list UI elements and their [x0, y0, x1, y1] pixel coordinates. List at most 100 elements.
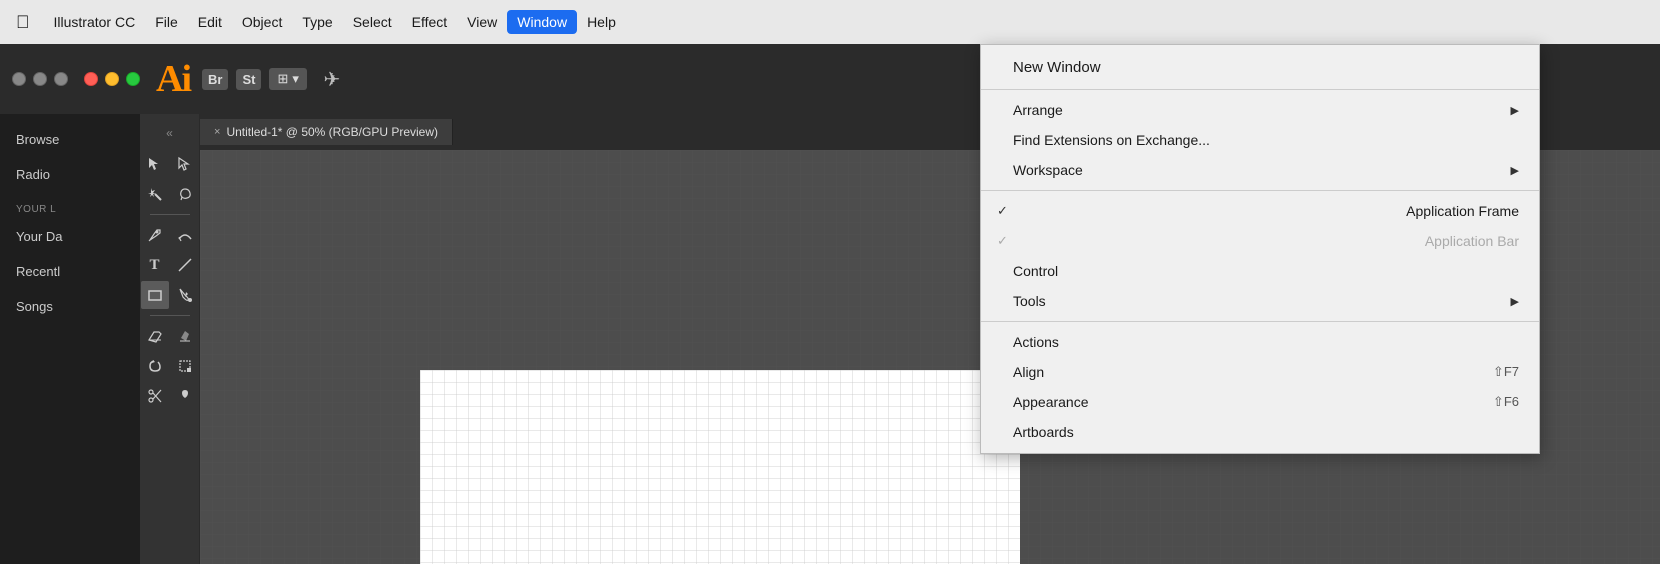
scissors-tool[interactable] — [141, 382, 169, 410]
arrange-arrow: ▶ — [1511, 104, 1519, 117]
tools-panel: « — [140, 114, 200, 564]
menu-new-window[interactable]: New Window — [981, 51, 1539, 84]
menu-application-frame[interactable]: ✓ Application Frame — [981, 196, 1539, 226]
menu-tools[interactable]: Tools ▶ — [981, 286, 1539, 316]
menu-window[interactable]: Window — [507, 10, 577, 34]
app-frame-check: ✓ — [997, 203, 1013, 219]
menu-view[interactable]: View — [457, 10, 507, 34]
magic-lasso-row — [141, 180, 199, 208]
actions-label: Actions — [1013, 334, 1059, 350]
menu-find-extensions[interactable]: Find Extensions on Exchange... — [981, 125, 1539, 155]
sidebar-item-browse[interactable]: Browse — [0, 122, 140, 157]
menu-bar:  Illustrator CC File Edit Object Type S… — [0, 0, 1660, 44]
misc-tools-row — [141, 382, 199, 410]
tools-sep-1 — [150, 214, 190, 215]
appearance-label: Appearance — [1013, 394, 1089, 410]
menu-type[interactable]: Type — [292, 10, 342, 34]
align-shortcut: ⇧F7 — [1493, 364, 1519, 380]
traffic-lights — [84, 72, 140, 86]
menu-workspace[interactable]: Workspace ▶ — [981, 155, 1539, 185]
shape-tools-row — [141, 281, 199, 309]
send-icon-button[interactable]: ✈ — [315, 62, 349, 96]
workspace-switcher[interactable]: ⊞ ▾ — [269, 68, 306, 90]
menu-control[interactable]: Control — [981, 256, 1539, 286]
traffic-lights-inactive — [12, 72, 68, 86]
paint-bucket-tool[interactable] — [171, 281, 199, 309]
menu-file[interactable]: File — [145, 10, 188, 34]
menu-sep-2 — [981, 190, 1539, 191]
menu-object[interactable]: Object — [232, 10, 292, 34]
sidebar-item-your-dashboard[interactable]: Your Da — [0, 219, 140, 254]
eraser2-tool[interactable] — [171, 322, 199, 350]
menu-appearance[interactable]: Appearance ⇧F6 — [981, 387, 1539, 417]
menu-illustrator-cc[interactable]: Illustrator CC — [44, 10, 146, 34]
arrange-label: Arrange — [1013, 102, 1063, 118]
pin-tool[interactable] — [171, 382, 199, 410]
selection-tool[interactable] — [141, 150, 169, 178]
window-dropdown-menu: New Window Arrange ▶ Find Extensions on … — [980, 44, 1540, 454]
sidebar-section-your-library: YOUR L — [0, 192, 140, 219]
sidebar-item-recently[interactable]: Recentl — [0, 254, 140, 289]
tools-label: Tools — [1013, 293, 1046, 309]
artboard — [420, 370, 1020, 564]
workspace-arrow: ▶ — [1511, 164, 1519, 177]
left-sidebar: Browse Radio YOUR L Your Da Recentl Song… — [0, 114, 140, 564]
selection-tools-row — [141, 150, 199, 178]
minimize-button[interactable] — [105, 72, 119, 86]
document-tab[interactable]: × Untitled-1* @ 50% (RGB/GPU Preview) — [200, 119, 453, 145]
collapse-tools-icon[interactable]: « — [162, 122, 177, 144]
sidebar-item-radio[interactable]: Radio — [0, 157, 140, 192]
pen-tools-row — [141, 221, 199, 249]
find-extensions-label: Find Extensions on Exchange... — [1013, 132, 1210, 148]
sidebar-item-songs[interactable]: Songs — [0, 289, 140, 324]
appearance-shortcut: ⇧F6 — [1493, 394, 1519, 410]
control-label: Control — [1013, 263, 1058, 279]
ai-logo: Ai — [156, 57, 190, 101]
workspace-grid-icon: ⊞ — [277, 71, 288, 87]
align-label: Align — [1013, 364, 1044, 380]
app-bar-label: Application Bar — [1425, 233, 1519, 249]
bridge-button[interactable]: Br — [202, 69, 228, 90]
menu-effect[interactable]: Effect — [402, 10, 458, 34]
direct-selection-tool[interactable] — [171, 150, 199, 178]
pen-tool[interactable] — [141, 221, 169, 249]
eraser-tool[interactable] — [141, 322, 169, 350]
app-bar-check: ✓ — [997, 233, 1013, 249]
apple-menu[interactable]:  — [8, 8, 38, 37]
menu-align[interactable]: Align ⇧F7 — [981, 357, 1539, 387]
menu-edit[interactable]: Edit — [188, 10, 232, 34]
tools-arrow: ▶ — [1511, 295, 1519, 308]
type-tool[interactable]: T — [141, 251, 169, 279]
app-frame-label: Application Frame — [1406, 203, 1519, 219]
eraser-tools-row — [141, 322, 199, 350]
curvature-tool[interactable] — [171, 221, 199, 249]
traffic-light-inactive-1[interactable] — [12, 72, 26, 86]
workspace-arrow-icon: ▾ — [292, 71, 299, 87]
menu-help[interactable]: Help — [577, 10, 626, 34]
menu-sep-1 — [981, 89, 1539, 90]
transform-tool[interactable] — [171, 352, 199, 380]
type-tools-row: T — [141, 251, 199, 279]
traffic-light-inactive-2[interactable] — [33, 72, 47, 86]
rectangle-tool[interactable] — [141, 281, 169, 309]
rotate-tools-row — [141, 352, 199, 380]
menu-sep-3 — [981, 321, 1539, 322]
menu-actions[interactable]: Actions — [981, 327, 1539, 357]
maximize-button[interactable] — [126, 72, 140, 86]
traffic-light-inactive-3[interactable] — [54, 72, 68, 86]
send-icon: ✈ — [324, 67, 341, 92]
magic-wand-tool[interactable] — [141, 180, 169, 208]
rotate-tool[interactable] — [141, 352, 169, 380]
menu-arrange[interactable]: Arrange ▶ — [981, 95, 1539, 125]
line-tool[interactable] — [171, 251, 199, 279]
menu-select[interactable]: Select — [343, 10, 402, 34]
menu-application-bar[interactable]: ✓ Application Bar — [981, 226, 1539, 256]
menu-artboards[interactable]: Artboards — [981, 417, 1539, 447]
stock-button[interactable]: St — [236, 69, 261, 90]
doc-close-icon[interactable]: × — [214, 126, 220, 138]
lasso-tool[interactable] — [171, 180, 199, 208]
doc-tab-title: Untitled-1* @ 50% (RGB/GPU Preview) — [226, 125, 438, 139]
artboards-label: Artboards — [1013, 424, 1074, 440]
close-button[interactable] — [84, 72, 98, 86]
workspace-label: Workspace — [1013, 162, 1083, 178]
